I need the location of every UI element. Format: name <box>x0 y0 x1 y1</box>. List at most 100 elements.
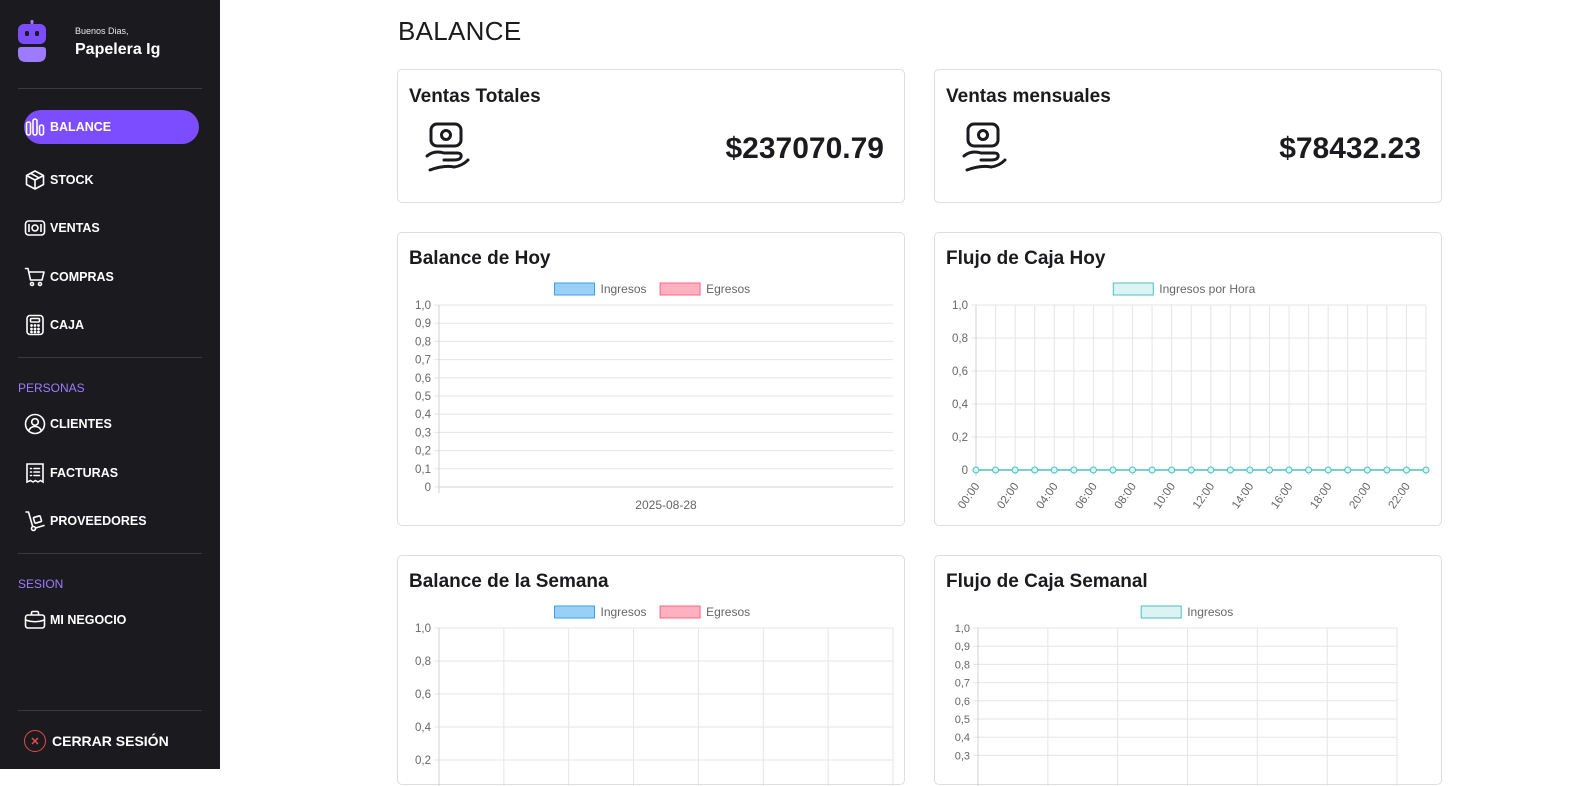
legend-label: Ingresos por Hora <box>1159 282 1255 296</box>
data-point <box>1324 466 1332 474</box>
y-tick-label: 0,8 <box>955 659 970 671</box>
legend-swatch <box>659 282 701 296</box>
chart-card-balance-semana: Balance de la Semana Ingresos Egresos 1,0 0… <box>397 555 905 786</box>
data-point <box>1402 466 1410 474</box>
money-hand-icon <box>962 122 1007 172</box>
page-title: BALANCE <box>398 16 522 46</box>
nav-item-caja[interactable]: CAJA <box>24 308 199 342</box>
x-tick-label: 16:00 <box>1269 481 1295 511</box>
y-tick-label: 0,8 <box>952 333 968 345</box>
legend-swatch <box>1140 605 1182 619</box>
data-point <box>1089 466 1097 474</box>
sidebar: Buenos Dias, Papelera Ig BALANCE STOCK V… <box>0 0 220 769</box>
y-tick-label: 1,0 <box>952 300 968 312</box>
y-tick-label: 0,3 <box>955 750 970 762</box>
nav-item-facturas[interactable]: FACTURAS <box>24 456 199 490</box>
nav-label: BALANCE <box>50 120 112 134</box>
nav-item-balance[interactable]: BALANCE <box>24 110 199 144</box>
x-tick-label: 12:00 <box>1191 481 1217 511</box>
data-point <box>1207 466 1215 474</box>
data-point <box>1344 466 1352 474</box>
chart-card-flujo-caja-semanal: Flujo de Caja Semanal Ingresos 1,0 0,9 0,8 0… <box>934 555 1442 786</box>
data-point <box>992 466 1000 474</box>
data-point <box>1226 466 1234 474</box>
y-tick-label: 0,6 <box>955 696 970 708</box>
data-point <box>1129 466 1137 474</box>
y-tick-label: 1,0 <box>955 623 970 635</box>
data-point <box>1246 466 1254 474</box>
nav-label: CLIENTES <box>50 417 112 431</box>
divider <box>18 88 202 89</box>
chart-balance-hoy: Ingresos Egresos 1,0 0,9 0,8 0,7 0,6 0,5 0,4 0,3 0… <box>415 282 893 512</box>
data-point <box>1285 466 1293 474</box>
y-tick-label: 0,4 <box>955 732 970 744</box>
stat-card-ventas-mensuales: Ventas mensuales $78432.23 <box>934 69 1442 203</box>
x-tick-label: 08:00 <box>1113 481 1139 511</box>
data-point <box>1109 466 1117 474</box>
x-tick-label: 00:00 <box>956 481 982 511</box>
legend-swatch <box>1112 282 1154 296</box>
x-tick-label: 2025-08-28 <box>635 498 697 512</box>
nav-label: PROVEEDORES <box>50 514 147 528</box>
section-label-personas: PERSONAS <box>18 381 85 395</box>
nav-item-proveedores[interactable]: PROVEEDORES <box>24 504 199 538</box>
y-tick-label: 0,4 <box>415 409 432 421</box>
data-point <box>1305 466 1313 474</box>
data-point <box>1011 466 1019 474</box>
data-point <box>1363 466 1371 474</box>
x-tick-label: 02:00 <box>995 481 1021 511</box>
legend-label: Egresos <box>706 605 750 619</box>
nav-item-mi-negocio[interactable]: MI NEGOCIO <box>24 603 199 637</box>
y-tick-label: 0,1 <box>415 464 431 476</box>
nav-label: COMPRAS <box>50 270 114 284</box>
legend-label: Ingresos <box>601 282 647 296</box>
data-point <box>1050 466 1058 474</box>
chart-card-balance-hoy: Balance de Hoy Ingresos Egresos 1,0 0,9 0,8 0… <box>397 232 905 526</box>
close-circle-icon: ✕ <box>24 730 46 752</box>
y-tick-label: 0,5 <box>955 714 970 726</box>
logout-button[interactable]: ✕ CERRAR SESIÓN <box>24 730 169 752</box>
user-name: Papelera Ig <box>75 41 161 58</box>
nav-label: VENTAS <box>50 221 100 235</box>
greeting-text: Buenos Dias, <box>75 26 129 36</box>
nav-item-ventas[interactable]: VENTAS <box>24 211 199 245</box>
x-tick-label: 18:00 <box>1308 481 1334 511</box>
legend-swatch <box>554 605 595 619</box>
card-title: Ventas Totales <box>409 86 541 107</box>
y-tick-label: 1,0 <box>415 300 431 312</box>
user-circle-icon <box>24 413 46 435</box>
card-title: Ventas mensuales <box>946 86 1111 107</box>
legend-label: Egresos <box>706 282 750 296</box>
x-tick-label: 04:00 <box>1034 481 1060 511</box>
data-point <box>1148 466 1156 474</box>
y-tick-label: 0,9 <box>415 318 431 330</box>
y-tick-label: 0,7 <box>955 678 970 690</box>
x-tick-label: 20:00 <box>1347 481 1373 511</box>
user-header: Buenos Dias, Papelera Ig <box>16 18 216 66</box>
stat-value: $78432.23 <box>1279 132 1421 165</box>
x-tick-label: 14:00 <box>1230 481 1256 511</box>
box-icon <box>24 169 46 191</box>
chart-flujo-caja-hoy: Ingresos por Hora 1,0 0,8 0,6 0,4 0,2 0 00:00 02… <box>952 282 1430 511</box>
legend-label: Ingresos <box>601 605 647 619</box>
x-tick-label: 10:00 <box>1152 481 1178 511</box>
y-tick-label: 0,2 <box>952 432 968 444</box>
nav-label: FACTURAS <box>50 466 119 480</box>
banknote-icon <box>24 217 46 239</box>
y-tick-label: 1,0 <box>415 623 431 635</box>
nav-item-compras[interactable]: COMPRAS <box>24 260 199 294</box>
section-label-sesion: SESION <box>18 577 64 591</box>
nav-item-stock[interactable]: STOCK <box>24 163 199 197</box>
x-tick-label: 06:00 <box>1074 481 1100 511</box>
legend-swatch <box>554 282 595 296</box>
divider <box>18 357 202 358</box>
chart-card-flujo-caja-hoy: Flujo de Caja Hoy Ingresos por Hora 1,0 0,… <box>934 232 1442 526</box>
divider <box>18 710 202 711</box>
bar-chart-icon <box>24 116 46 138</box>
nav-label: STOCK <box>50 173 94 187</box>
data-point <box>1168 466 1176 474</box>
data-point <box>1383 466 1391 474</box>
nav-item-clientes[interactable]: CLIENTES <box>24 407 199 441</box>
chart-balance-semana: Ingresos Egresos 1,0 0,8 0,6 0,4 0,2 <box>415 605 894 786</box>
robot-avatar-icon <box>18 20 46 62</box>
